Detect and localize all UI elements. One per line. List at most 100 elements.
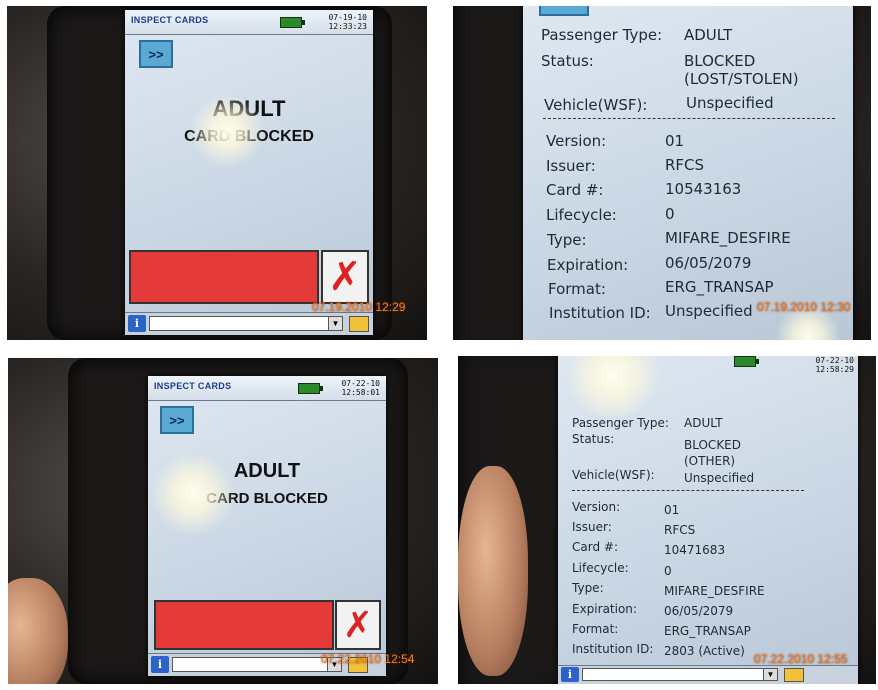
chevron-down-icon[interactable]: ▼ bbox=[328, 317, 342, 330]
format-value: ERG_TRANSAP bbox=[664, 624, 751, 638]
field-label: Passenger Type: bbox=[572, 416, 669, 430]
next-button[interactable]: >> bbox=[139, 40, 173, 68]
screen-header: INSPECT CARDS 07-22-10 12:58:01 bbox=[148, 376, 386, 401]
blocked-status-bar bbox=[129, 250, 319, 304]
vehicle-value: Unspecified bbox=[686, 94, 774, 112]
photo-card-blocked-0722: INSPECT CARDS 07-22-10 12:58:01 >> ADULT… bbox=[8, 358, 438, 684]
chevron-down-icon[interactable]: ▼ bbox=[763, 669, 777, 680]
device-screen: INSPECT CARDS 07-19-10 12:33:23 >> ADULT… bbox=[125, 10, 373, 335]
date: 07-22-10 bbox=[815, 356, 854, 365]
status-value: BLOCKED bbox=[684, 438, 742, 452]
lifecycle-value: 0 bbox=[665, 205, 675, 223]
field-label: Status: bbox=[572, 432, 615, 446]
close-x-icon[interactable]: ✗ bbox=[321, 250, 369, 304]
type-value: MIFARE_DESFIRE bbox=[665, 229, 791, 247]
photo-card-blocked-0719: INSPECT CARDS 07-19-10 12:33:23 >> ADULT… bbox=[7, 6, 427, 340]
expiration-value: 06/05/2079 bbox=[665, 254, 752, 272]
dropdown-select[interactable]: ▼ bbox=[172, 657, 342, 672]
keyboard-icon[interactable] bbox=[784, 668, 804, 682]
photo-timestamp: 07.19.2010 12:29 bbox=[312, 300, 406, 314]
institution-id-value: Unspecified bbox=[665, 302, 753, 320]
photo-timestamp: 07.22.2010 12:54 bbox=[321, 652, 415, 666]
field-label: Card #: bbox=[546, 181, 604, 199]
datetime: 07-19-10 12:33:23 bbox=[328, 13, 367, 31]
battery-icon bbox=[734, 356, 759, 367]
screen-header: INSPECT CARDS 07-19-10 12:33:23 bbox=[125, 10, 373, 35]
type-value: MIFARE_DESFIRE bbox=[664, 584, 765, 598]
status-reason: (OTHER) bbox=[684, 454, 736, 468]
app-title: INSPECT CARDS bbox=[131, 15, 209, 25]
screen-footer: i ▼ bbox=[558, 665, 858, 684]
time: 12:58:01 bbox=[341, 388, 380, 397]
photo-timestamp: 07.22.2010 12:55 bbox=[754, 652, 848, 666]
status-value: BLOCKED bbox=[684, 52, 756, 70]
card-type-label: ADULT bbox=[212, 96, 286, 121]
dropdown-select[interactable]: ▼ bbox=[149, 316, 343, 331]
version-value: 01 bbox=[664, 503, 680, 517]
time: 12:33:23 bbox=[328, 22, 367, 31]
divider bbox=[572, 490, 804, 491]
expiration-value: 06/05/2079 bbox=[664, 604, 734, 618]
field-label: Card #: bbox=[572, 540, 618, 554]
photo-timestamp: 07.19.2010 12:30 bbox=[757, 300, 851, 314]
field-label: Version: bbox=[572, 500, 621, 514]
card-number-value: 10543163 bbox=[665, 180, 742, 198]
hand bbox=[8, 578, 68, 684]
field-label: Institution ID: bbox=[572, 642, 654, 656]
next-button[interactable]: >> bbox=[160, 406, 194, 434]
field-label: Status: bbox=[541, 52, 594, 70]
version-value: 01 bbox=[665, 132, 685, 150]
field-label: Issuer: bbox=[572, 520, 612, 534]
card-status-label: CARD BLOCKED bbox=[184, 128, 314, 145]
field-label: Expiration: bbox=[572, 602, 637, 616]
date: 07-19-10 bbox=[328, 13, 367, 22]
format-value: ERG_TRANSAP bbox=[665, 278, 774, 296]
date: 07-22-10 bbox=[341, 379, 380, 388]
photo-card-details-0719: Passenger Type: ADULT Status: BLOCKED (L… bbox=[453, 6, 871, 340]
field-label: Institution ID: bbox=[549, 304, 651, 322]
back-button[interactable] bbox=[539, 6, 589, 16]
card-status-label: CARD BLOCKED bbox=[206, 490, 328, 507]
time: 12:58:29 bbox=[815, 365, 854, 374]
blocked-status-bar bbox=[154, 600, 334, 650]
hand bbox=[458, 466, 528, 676]
device-screen: Passenger Type: ADULT Status: BLOCKED (L… bbox=[523, 6, 853, 340]
institution-id-value: 2803 (Active) bbox=[664, 644, 745, 658]
info-icon[interactable]: i bbox=[128, 315, 146, 332]
battery-icon bbox=[280, 17, 305, 28]
field-label: Format: bbox=[548, 280, 606, 298]
photo-card-details-0722: 07-22-10 12:58:29 Passenger Type: ADULT … bbox=[458, 356, 876, 684]
dropdown-select[interactable]: ▼ bbox=[582, 668, 778, 681]
field-label: Version: bbox=[546, 132, 607, 150]
field-label: Vehicle(WSF): bbox=[544, 96, 648, 114]
keyboard-icon[interactable] bbox=[349, 316, 369, 332]
status-reason: (LOST/STOLEN) bbox=[684, 70, 799, 88]
field-label: Passenger Type: bbox=[541, 26, 663, 44]
passenger-type-value: ADULT bbox=[684, 416, 723, 430]
datetime: 07-22-10 12:58:01 bbox=[341, 379, 380, 397]
field-label: Type: bbox=[547, 231, 587, 249]
info-icon[interactable]: i bbox=[151, 656, 169, 673]
lifecycle-value: 0 bbox=[664, 564, 672, 578]
vehicle-value: Unspecified bbox=[684, 471, 755, 485]
issuer-value: RFCS bbox=[665, 156, 705, 174]
field-label: Format: bbox=[572, 622, 619, 636]
field-label: Lifecycle: bbox=[546, 206, 617, 224]
info-icon[interactable]: i bbox=[561, 667, 579, 682]
issuer-value: RFCS bbox=[664, 523, 696, 537]
card-details: Passenger Type: ADULT Status: BLOCKED (O… bbox=[572, 416, 852, 666]
field-label: Type: bbox=[572, 581, 604, 595]
card-type-label: ADULT bbox=[233, 460, 301, 482]
device-screen: 07-22-10 12:58:29 Passenger Type: ADULT … bbox=[558, 356, 858, 684]
field-label: Lifecycle: bbox=[572, 561, 629, 575]
device-screen: INSPECT CARDS 07-22-10 12:58:01 >> ADULT… bbox=[148, 376, 386, 676]
screen-footer: i ▼ bbox=[125, 312, 373, 335]
card-details: Passenger Type: ADULT Status: BLOCKED (L… bbox=[541, 26, 851, 336]
field-label: Expiration: bbox=[547, 256, 629, 274]
datetime: 07-22-10 12:58:29 bbox=[815, 356, 854, 374]
passenger-type-value: ADULT bbox=[684, 26, 733, 44]
field-label: Vehicle(WSF): bbox=[572, 468, 655, 482]
divider bbox=[543, 118, 835, 119]
battery-icon bbox=[298, 383, 323, 394]
close-x-icon[interactable]: ✗ bbox=[335, 600, 381, 650]
